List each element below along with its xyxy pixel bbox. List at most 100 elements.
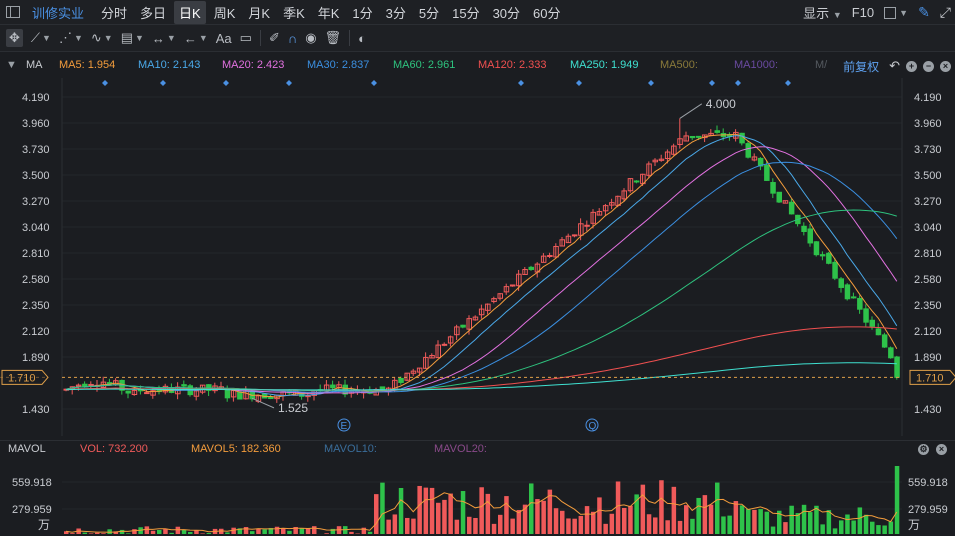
volume-bar <box>324 533 329 534</box>
candle-body <box>441 343 448 346</box>
volume-bar <box>225 532 230 534</box>
volume-bar <box>250 531 255 534</box>
candle-body <box>838 278 844 288</box>
candle-body <box>571 234 578 237</box>
price-tick-right: 1.890 <box>914 352 942 364</box>
volume-bar <box>584 506 590 534</box>
candle-body <box>832 261 838 279</box>
price-tag-left-text: 1.710 <box>8 372 36 384</box>
event-diamond <box>223 80 229 86</box>
volume-bar <box>88 533 94 534</box>
price-tick-left: 2.810 <box>22 248 50 260</box>
candle-body <box>584 224 590 227</box>
price-tick-right: 2.120 <box>914 326 942 338</box>
volume-bar <box>485 493 491 534</box>
price-tick-left: 3.960 <box>22 118 50 130</box>
volume-bar <box>764 511 770 534</box>
volume-bar <box>578 515 584 534</box>
volume-bar <box>715 482 720 534</box>
volume-bar <box>851 520 856 534</box>
volume-bar <box>429 487 435 534</box>
volume-bar <box>801 504 807 534</box>
event-diamond <box>102 80 108 86</box>
volume-bar <box>126 533 131 534</box>
price-tick-right: 3.040 <box>914 222 942 234</box>
event-marker-label: Q <box>589 421 597 432</box>
volume-bar <box>653 517 658 534</box>
volume-bar <box>677 520 683 534</box>
volume-bar <box>70 533 75 534</box>
candle-body <box>330 384 336 389</box>
volume-bar <box>758 509 763 534</box>
candle-body <box>460 324 466 328</box>
volume-bar <box>380 482 385 534</box>
high-pointer <box>679 103 703 119</box>
volume-bar <box>863 514 869 534</box>
volume-bar <box>454 519 460 534</box>
volume-bar <box>423 487 429 534</box>
price-tick-left: 2.120 <box>22 326 50 338</box>
volume-bar <box>870 521 875 534</box>
low-label: 1.525 <box>278 401 308 415</box>
volume-bar <box>262 529 267 534</box>
volume-bar <box>690 518 695 534</box>
candle-body <box>776 191 782 203</box>
volume-bar <box>845 514 850 534</box>
volume-bar <box>814 505 819 534</box>
candle-body <box>857 297 863 310</box>
volume-bar <box>826 510 832 534</box>
candle-body <box>894 356 900 378</box>
candle-body <box>813 241 820 256</box>
volume-bar <box>491 523 497 534</box>
price-tick-left: 1.430 <box>22 404 50 416</box>
vol-unit-left: 万 <box>38 518 50 532</box>
event-marker-label: E <box>341 421 348 432</box>
volume-bar <box>615 481 621 534</box>
volume-bar <box>305 528 311 534</box>
volume-bar <box>553 508 559 534</box>
volume-bar <box>808 512 813 534</box>
volume-bar <box>442 499 447 534</box>
volume-bar <box>169 532 174 534</box>
volume-bar <box>479 487 484 534</box>
volume-bar <box>857 507 863 534</box>
volume-bar <box>839 520 844 534</box>
volume-bar <box>708 504 714 534</box>
candle-body <box>764 164 770 181</box>
volume-bar <box>529 483 534 534</box>
volume-bar <box>591 511 596 534</box>
candle-body <box>547 255 553 258</box>
candle-body <box>869 319 875 327</box>
volume-bar <box>386 519 391 534</box>
volume-bar <box>504 496 509 534</box>
price-tick-left: 4.190 <box>22 92 50 104</box>
volume-bar <box>888 521 894 534</box>
volume-bar <box>622 507 627 534</box>
price-tick-left: 1.890 <box>22 352 50 364</box>
event-diamond <box>735 80 741 86</box>
volume-bar <box>82 532 88 534</box>
price-tick-left: 3.040 <box>22 222 50 234</box>
vol-tick-left: 559.918 <box>12 477 52 489</box>
volume-bar <box>795 513 801 534</box>
volume-bar <box>119 529 125 534</box>
candle-body <box>268 396 274 400</box>
volume-bar <box>659 480 664 534</box>
event-diamond <box>286 80 292 86</box>
volume-bar <box>411 518 416 534</box>
candle-body <box>850 296 857 299</box>
volume-group <box>64 466 900 534</box>
volume-bar <box>702 495 708 534</box>
volume-bar <box>671 486 677 534</box>
candle-body <box>863 308 869 323</box>
price-tick-right: 3.960 <box>914 118 942 130</box>
volume-bar <box>467 516 472 534</box>
event-diamond <box>709 80 715 86</box>
volume-bar <box>181 529 187 534</box>
kline-chart[interactable]: 4.190 4.190 3.960 3.960 3.730 3.730 3.500 3.500… <box>0 0 955 536</box>
high-label: 4.000 <box>706 97 736 111</box>
candles-group <box>63 118 900 403</box>
volume-bar <box>107 529 112 534</box>
candle-body <box>745 143 751 158</box>
candle-body <box>82 383 88 387</box>
